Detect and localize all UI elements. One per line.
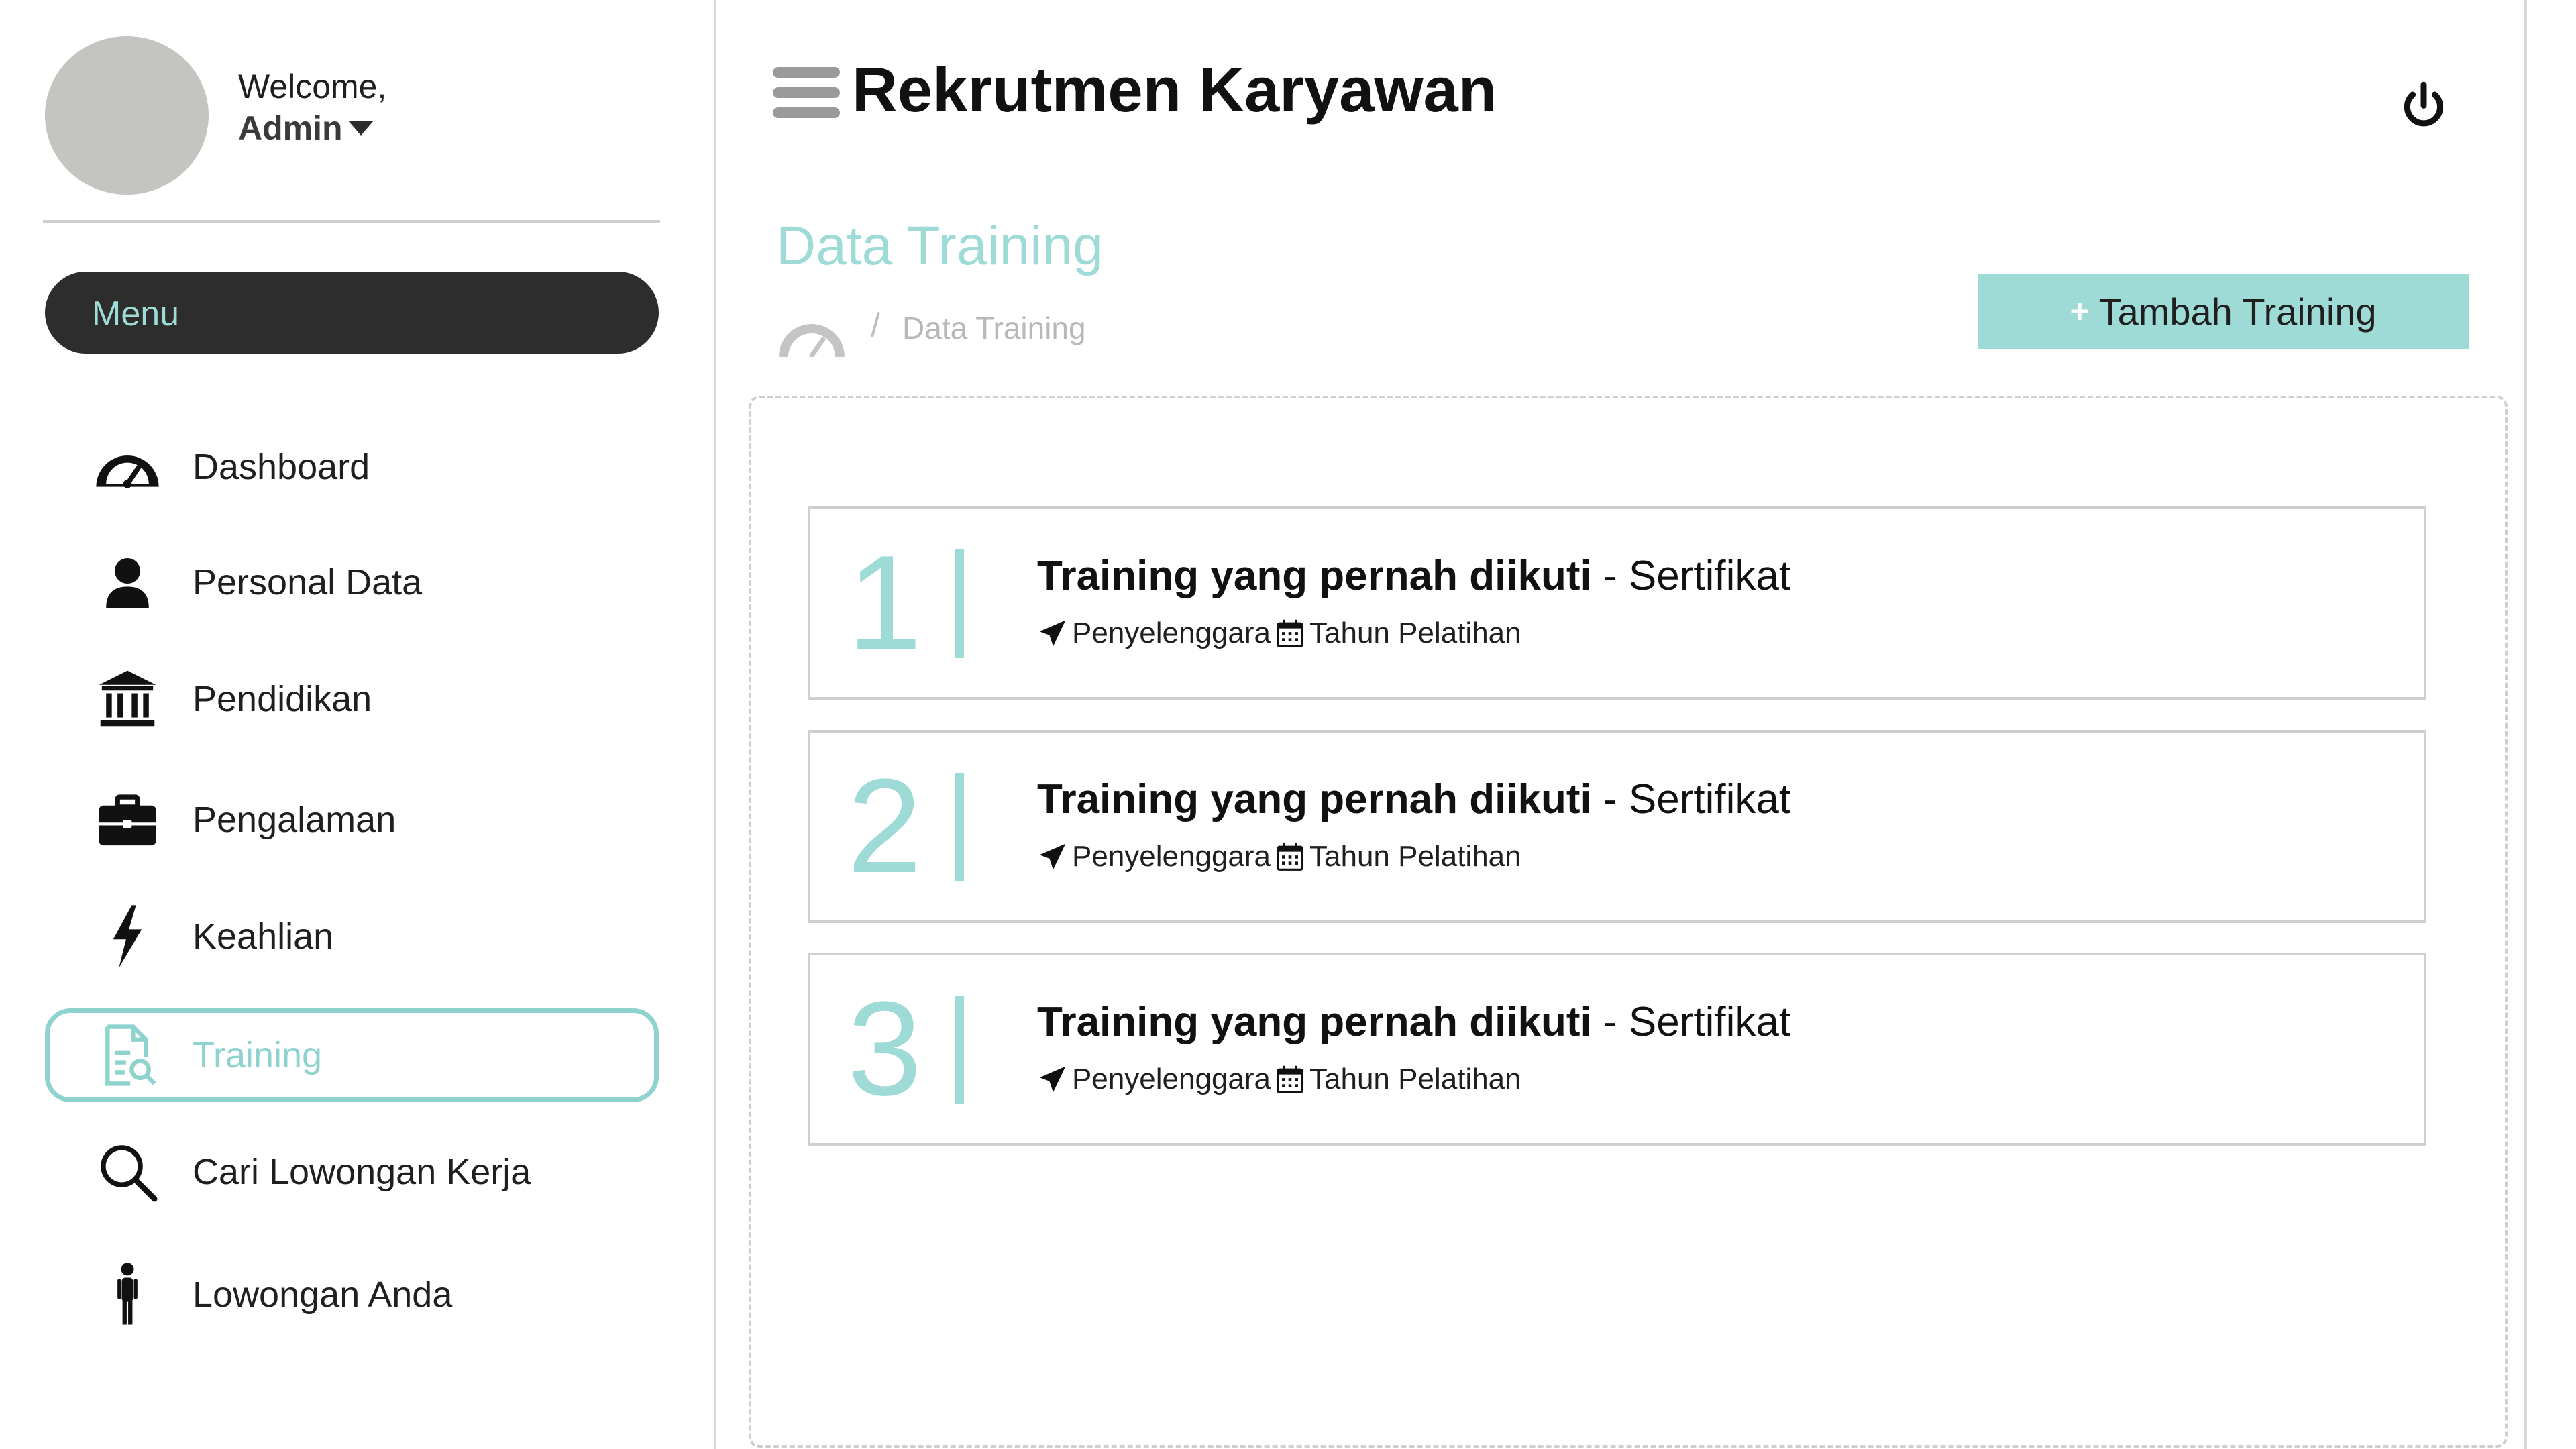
search-icon [92,1136,163,1208]
breadcrumb-separator: / [871,307,880,344]
title-separator: - [1591,553,1629,599]
training-card[interactable]: 2 Training yang pernah diikuti - Sertifi… [808,730,2426,923]
training-year: Tahun Pelatihan [1309,616,1521,649]
training-name: Training yang pernah diikuti [1037,553,1592,599]
number-divider [955,773,964,881]
document-search-icon [92,1020,163,1091]
sidebar-item-label: Dashboard [193,447,370,487]
lightning-icon [92,901,163,972]
welcome-text: Welcome, [238,68,387,105]
training-name: Training yang pernah diikuti [1037,776,1592,822]
power-logout-icon[interactable] [2396,79,2451,134]
sidebar-item-label: Training [193,1035,323,1075]
training-organizer: Penyelenggara [1072,616,1271,649]
user-greeting: Welcome, Admin [238,66,386,149]
training-year: Tahun Pelatihan [1309,840,1521,873]
sidebar-item-dashboard[interactable]: Dashboard [45,420,659,514]
training-certificate: Sertifikat [1628,999,1791,1045]
training-meta: Penyelenggara Tahun Pelatihan [1037,616,1521,650]
training-card[interactable]: 1 Training yang pernah diikuti - Sertifi… [808,506,2426,700]
breadcrumb-current: Data Training [902,311,1086,345]
person-standing-icon [92,1259,163,1330]
training-meta: Penyelenggara Tahun Pelatihan [1037,1063,1521,1096]
app-title: Rekrutmen Karyawan [852,54,1497,125]
sidebar: Welcome, Admin Menu Dashboard Personal D… [0,0,716,1449]
calendar-icon [1277,843,1304,871]
add-training-button-label: Tambah Training [2098,290,2377,333]
training-certificate: Sertifikat [1628,553,1791,599]
caret-down-icon [347,121,374,136]
sidebar-item-label: Keahlian [193,916,334,957]
calendar-icon [1277,1065,1304,1093]
sidebar-item-keahlian[interactable]: Keahlian [45,890,659,983]
training-year: Tahun Pelatihan [1309,1063,1521,1095]
training-title: Training yang pernah diikuti - Sertifika… [1037,552,1790,600]
sidebar-item-training[interactable]: Training [45,1008,659,1102]
training-number: 3 [847,974,922,1124]
calendar-icon [1277,619,1304,647]
sidebar-item-lowongan-anda[interactable]: Lowongan Anda [45,1248,659,1342]
user-icon [92,547,163,618]
training-title: Training yang pernah diikuti - Sertifika… [1037,998,1790,1046]
hamburger-menu-icon[interactable] [773,64,840,121]
training-number: 1 [847,528,922,678]
send-arrow-icon [1039,843,1066,870]
user-menu-toggle[interactable]: Admin [238,107,375,149]
title-separator: - [1591,776,1629,822]
sidebar-divider [43,220,660,223]
training-organizer: Penyelenggara [1072,1063,1271,1095]
training-name: Training yang pernah diikuti [1037,999,1592,1045]
number-divider [955,996,964,1104]
training-title: Training yang pernah diikuti - Sertifika… [1037,775,1790,823]
add-training-button[interactable]: + Tambah Training [1978,274,2469,349]
sidebar-item-label: Lowongan Anda [193,1275,453,1315]
sidebar-item-label: Cari Lowongan Kerja [193,1152,531,1192]
sidebar-item-personal-data[interactable]: Personal Data [45,535,659,629]
window-right-border [2524,0,2527,1449]
training-number: 2 [847,751,922,901]
briefcase-icon [92,784,163,855]
training-organizer: Penyelenggara [1072,840,1271,873]
breadcrumb-dashboard-icon[interactable] [775,303,849,357]
institution-icon [92,663,163,735]
send-arrow-icon [1039,1066,1066,1093]
sidebar-item-pendidikan[interactable]: Pendidikan [45,652,659,746]
number-divider [955,549,964,658]
dashboard-gauge-icon [92,431,163,502]
title-separator: - [1591,999,1629,1045]
sidebar-item-label: Pengalaman [193,800,396,840]
training-meta: Penyelenggara Tahun Pelatihan [1037,840,1521,873]
menu-header: Menu [45,272,659,354]
sidebar-item-pengalaman[interactable]: Pengalaman [45,773,659,867]
avatar[interactable] [45,36,209,195]
menu-header-label: Menu [92,294,180,333]
page-title: Data Training [776,215,1104,276]
send-arrow-icon [1039,620,1066,647]
training-card[interactable]: 3 Training yang pernah diikuti - Sertifi… [808,953,2426,1146]
user-name: Admin [238,109,343,147]
training-certificate: Sertifikat [1628,776,1791,822]
plus-icon: + [2070,292,2090,330]
sidebar-item-label: Pendidikan [193,679,372,719]
sidebar-item-cari-lowongan-kerja[interactable]: Cari Lowongan Kerja [45,1125,659,1219]
sidebar-item-label: Personal Data [193,562,423,602]
